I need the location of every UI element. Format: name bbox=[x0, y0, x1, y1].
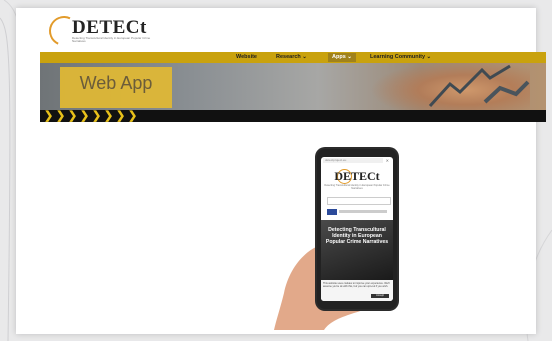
cookie-text: This website uses cookies to improve you… bbox=[323, 282, 390, 288]
nav-apps[interactable]: Apps ⌄ bbox=[328, 53, 356, 62]
phone-headline: Detecting Transcultural Identity in Euro… bbox=[325, 227, 389, 245]
chevron-right-icon: ❯ bbox=[104, 110, 114, 122]
page-title-box: Web App bbox=[60, 67, 172, 108]
page-title: Web App bbox=[79, 73, 153, 93]
chevron-right-icon: ❯ bbox=[116, 110, 126, 122]
chevron-right-icon: ❯ bbox=[68, 110, 78, 122]
close-icon[interactable]: ✕ bbox=[386, 158, 389, 163]
eu-funding-text bbox=[339, 210, 387, 213]
phone-logo-tagline: Detecting Transcultural Identity in Euro… bbox=[324, 184, 390, 190]
cookie-accept-button[interactable]: Accept bbox=[371, 294, 389, 298]
cracked-metal-graphic bbox=[428, 64, 530, 108]
chevron-right-icon: ❯ bbox=[44, 110, 54, 122]
chevron-right-icon: ❯ bbox=[56, 110, 66, 122]
phone-screen: detectproject.eu ✕ DETECt Detecting Tran… bbox=[321, 157, 393, 301]
phone-menu-select[interactable] bbox=[327, 197, 391, 205]
nav-research[interactable]: Research ⌄ bbox=[276, 54, 307, 60]
main-navigation: Website Research ⌄ Apps ⌄ Learning Commu… bbox=[40, 52, 546, 63]
chevron-right-icon: ❯ bbox=[80, 110, 90, 122]
eu-flag-icon bbox=[327, 209, 337, 215]
nav-learning-community[interactable]: Learning Community ⌄ bbox=[370, 54, 431, 60]
phone-logo: DETECt bbox=[334, 169, 380, 183]
smartphone: detectproject.eu ✕ DETECt Detecting Tran… bbox=[317, 149, 397, 309]
logo-tagline: Detecting Transcultural Identity in Euro… bbox=[72, 36, 151, 43]
chevron-right-icon: ❯ bbox=[92, 110, 102, 122]
chevron-right-icon: ❯ bbox=[128, 110, 138, 122]
cookie-banner: This website uses cookies to improve you… bbox=[321, 280, 393, 301]
nav-website[interactable]: Website bbox=[236, 54, 257, 60]
phone-url-bar[interactable]: detectproject.eu bbox=[323, 158, 383, 163]
detect-logo[interactable]: DETECt Detecting Transcultural Identity … bbox=[52, 14, 162, 46]
hero-banner: Website Research ⌄ Apps ⌄ Learning Commu… bbox=[40, 52, 546, 122]
